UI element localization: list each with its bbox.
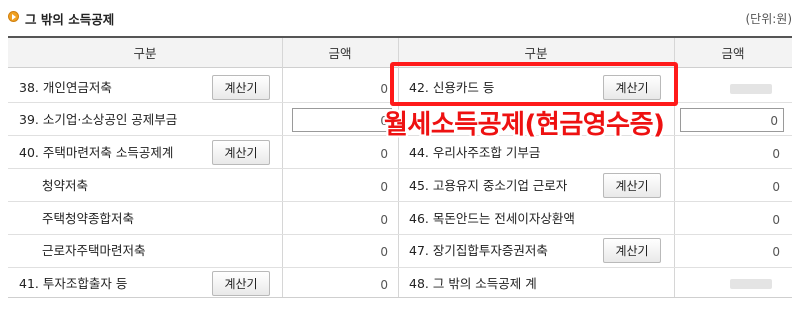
table-bottom-border — [8, 297, 792, 298]
header-right-amount: 금액 — [674, 38, 792, 68]
highlight-box — [390, 62, 678, 106]
calculator-button-40[interactable]: 계산기 — [212, 140, 270, 165]
calculator-button-41[interactable]: 계산기 — [212, 271, 270, 296]
amount-value: 0 — [772, 213, 780, 227]
section-header: 그 밖의 소득공제 (단위:원) — [8, 8, 792, 28]
annotation-text: 월세소득공제(현금영수증) — [384, 110, 665, 140]
section-title: 그 밖의 소득공제 — [25, 12, 115, 27]
row-label: 41. 투자조합출자 등 — [19, 276, 128, 291]
bullet-icon — [8, 11, 19, 22]
calculator-button-47[interactable]: 계산기 — [603, 238, 661, 263]
row-label: 45. 고용유지 중소기업 근로자 — [409, 178, 568, 193]
row-label: 근로자주택마련저축 — [42, 243, 146, 258]
header-left-category: 구분 — [8, 38, 282, 68]
row-divider — [8, 168, 792, 169]
row-label: 청약저축 — [42, 178, 89, 193]
amount-value: 0 — [380, 180, 388, 194]
amount-value: 0 — [380, 213, 388, 227]
row-divider — [8, 267, 792, 268]
amount-value: 0 — [772, 147, 780, 161]
row-label: 44. 우리사주조합 기부금 — [409, 145, 541, 160]
row-label: 48. 그 밖의 소득공제 계 — [409, 276, 537, 291]
calculator-button-38[interactable]: 계산기 — [212, 75, 270, 100]
amount-value: 0 — [772, 245, 780, 259]
row-label: 40. 주택마련저축 소득공제계 — [19, 145, 174, 160]
row-divider — [8, 234, 792, 235]
amount-value: 0 — [380, 278, 388, 292]
amount-value: 0 — [770, 114, 778, 128]
unit-label: (단위:원) — [745, 12, 792, 26]
row-label: 47. 장기집합투자증권저축 — [409, 243, 548, 258]
row-label: 주택청약종합저축 — [42, 211, 135, 226]
header-left-amount: 금액 — [282, 38, 398, 68]
amount-value: 0 — [380, 147, 388, 161]
row-label: 46. 목돈안드는 전세이자상환액 — [409, 211, 575, 226]
amount-value: 0 — [380, 82, 388, 96]
blurred-value — [730, 84, 772, 94]
blurred-value — [730, 279, 772, 289]
row-label: 39. 소기업·소상공인 공제부금 — [19, 112, 178, 127]
calculator-button-45[interactable]: 계산기 — [603, 173, 661, 198]
amount-value: 0 — [380, 245, 388, 259]
row-label: 38. 개인연금저축 — [19, 80, 112, 95]
row-divider — [8, 201, 792, 202]
amount-value: 0 — [772, 180, 780, 194]
